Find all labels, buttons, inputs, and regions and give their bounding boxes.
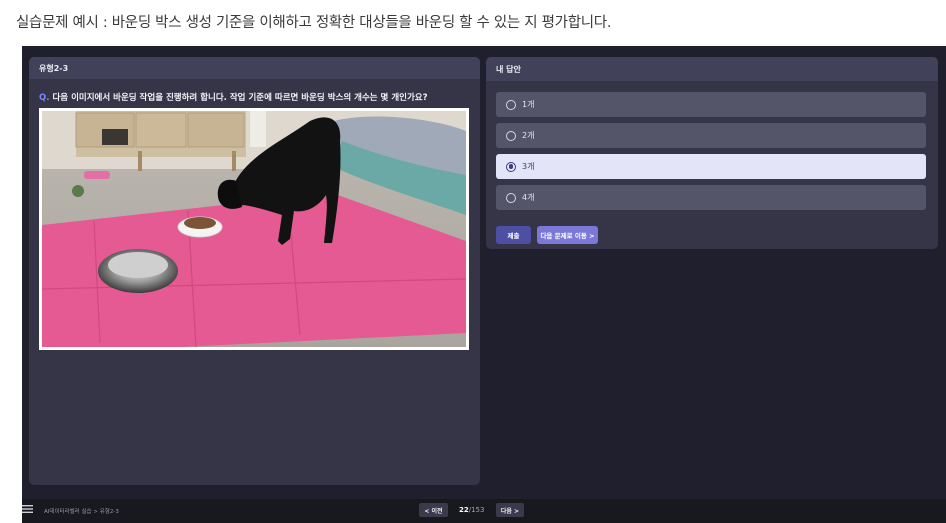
question-text: 다음 이미지에서 바운딩 작업을 진행하려 합니다. 작업 기준에 따르면 바운… — [52, 93, 428, 103]
question-text-row: Q. 다음 이미지에서 바운딩 작업을 진행하려 합니다. 작업 기준에 따르면 … — [39, 91, 480, 103]
radio-icon[interactable] — [506, 130, 516, 141]
breadcrumb: AI데이터라벨러 실습 > 유형2-3 — [44, 509, 119, 515]
answer-option-label: 3개 — [522, 162, 535, 171]
shelf-item — [102, 129, 128, 145]
quiz-app: 유형2-3 Q. 다음 이미지에서 바운딩 작업을 진행하려 합니다. 작업 기준… — [22, 46, 946, 523]
footer-bar: AI데이터라벨러 실습 > 유형2-3 < 이전 22/153 다음 > — [22, 499, 946, 523]
submit-button[interactable]: 제출 — [496, 226, 531, 244]
answer-panel: 내 답안 1개 2개 3개 4개 제출 다음 문제로 이동 > — [486, 57, 938, 249]
next-question-button[interactable]: 다음 문제로 이동 > — [537, 226, 598, 244]
answer-option-3[interactable]: 3개 — [496, 154, 926, 179]
answer-option-label: 1개 — [522, 100, 535, 109]
radio-icon[interactable] — [506, 192, 516, 203]
next-button[interactable]: 다음 > — [496, 503, 524, 517]
question-image — [39, 108, 469, 350]
question-marker: Q. — [39, 93, 50, 103]
answer-option-2[interactable]: 2개 — [496, 123, 926, 148]
page-caption: 실습문제 예시 : 바운딩 박스 생성 기준을 이해하고 정확한 대상들을 바운… — [16, 15, 612, 31]
prev-button[interactable]: < 이전 — [419, 503, 448, 517]
answer-option-label: 2개 — [522, 131, 535, 140]
current-page: 22 — [459, 506, 469, 514]
my-answer-header: 내 답안 — [486, 57, 938, 81]
menu-icon[interactable] — [22, 505, 33, 513]
answer-option-label: 4개 — [522, 193, 535, 202]
radio-icon[interactable] — [506, 99, 516, 110]
toy-ball — [72, 185, 84, 197]
answer-option-4[interactable]: 4개 — [496, 185, 926, 210]
radio-selected-icon[interactable] — [506, 161, 516, 172]
question-panel: 유형2-3 Q. 다음 이미지에서 바운딩 작업을 진행하려 합니다. 작업 기준… — [29, 57, 480, 485]
total-pages: /153 — [468, 506, 485, 514]
toy-dumbbell — [84, 171, 110, 179]
page-indicator: 22/153 — [459, 506, 484, 514]
answer-option-1[interactable]: 1개 — [496, 92, 926, 117]
dog-photo-illustration — [42, 111, 466, 347]
question-type-header: 유형2-3 — [29, 57, 480, 79]
